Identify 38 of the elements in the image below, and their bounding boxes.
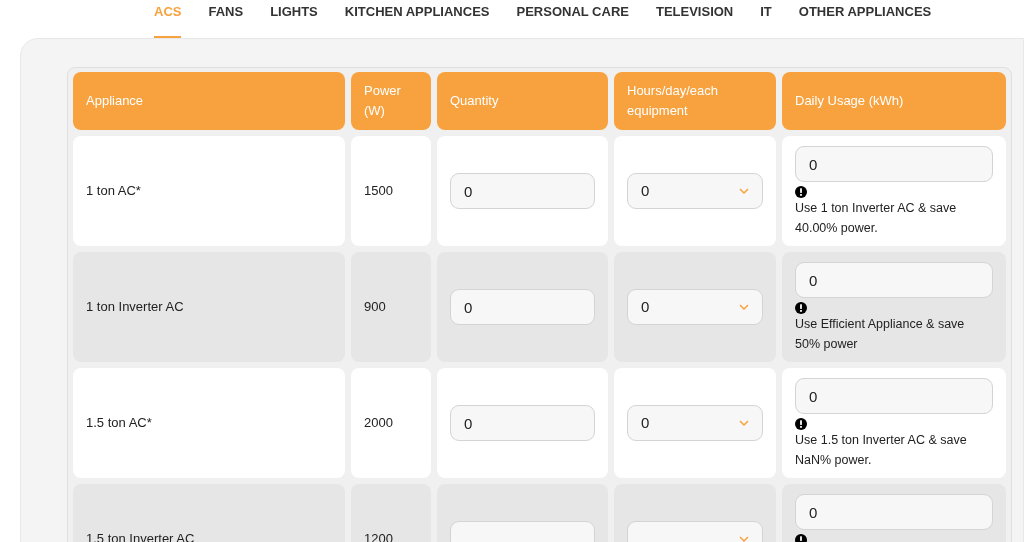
hours-select[interactable]: 0 bbox=[627, 289, 763, 325]
tab[interactable]: TELEVISION bbox=[655, 0, 734, 38]
chevron-down-icon bbox=[739, 536, 749, 542]
tab[interactable]: KITCHEN APPLIANCES bbox=[344, 0, 490, 38]
chevron-down-icon bbox=[739, 304, 749, 310]
quantity-field[interactable]: 0 bbox=[450, 405, 595, 441]
table-cell: 1500 bbox=[351, 136, 431, 246]
tab[interactable]: IT bbox=[760, 0, 772, 38]
table-cell: 900 bbox=[351, 252, 431, 362]
daily-usage-field[interactable]: 0 bbox=[795, 494, 993, 530]
daily-usage-field[interactable]: 0 bbox=[795, 262, 993, 298]
chevron-down-icon bbox=[739, 188, 749, 194]
column-header: Quantity bbox=[437, 72, 608, 130]
chevron-down-icon bbox=[739, 420, 749, 426]
daily-usage-field[interactable]: 0 bbox=[795, 378, 993, 414]
table-cell: 1 ton AC* bbox=[73, 136, 345, 246]
table-cell: 1 ton Inverter AC bbox=[73, 252, 345, 362]
warning-icon bbox=[795, 418, 807, 430]
usage-tip: Use Efficient Appliance & save 50% power bbox=[795, 316, 966, 353]
tab[interactable]: FANS bbox=[208, 0, 244, 38]
daily-usage-field[interactable]: 0 bbox=[795, 146, 993, 182]
column-header: Power (W) bbox=[351, 72, 431, 130]
tab[interactable]: PERSONAL CARE bbox=[516, 0, 629, 38]
column-header: Hours/day/each equipment bbox=[614, 72, 776, 130]
column-header: Appliance bbox=[73, 72, 345, 130]
table-cell: 2000 bbox=[351, 368, 431, 478]
usage-tip: Use 1 ton Inverter AC & save 40.00% power. bbox=[795, 200, 958, 237]
quantity-field[interactable]: 0 bbox=[450, 289, 595, 325]
hours-select[interactable]: 0 bbox=[627, 173, 763, 209]
warning-icon bbox=[795, 186, 807, 198]
usage-tip: Use 1.5 ton Inverter AC & save NaN% power. bbox=[795, 432, 968, 469]
warning-icon bbox=[795, 302, 807, 314]
column-header: Daily Usage (kWh) bbox=[782, 72, 1006, 130]
hours-select[interactable]: 0 bbox=[627, 405, 763, 441]
quantity-field[interactable]: 0 bbox=[450, 173, 595, 209]
tab[interactable]: OTHER APPLIANCES bbox=[798, 0, 932, 38]
table-cell: 1.5 ton AC* bbox=[73, 368, 345, 478]
tab[interactable]: LIGHTS bbox=[270, 0, 318, 38]
